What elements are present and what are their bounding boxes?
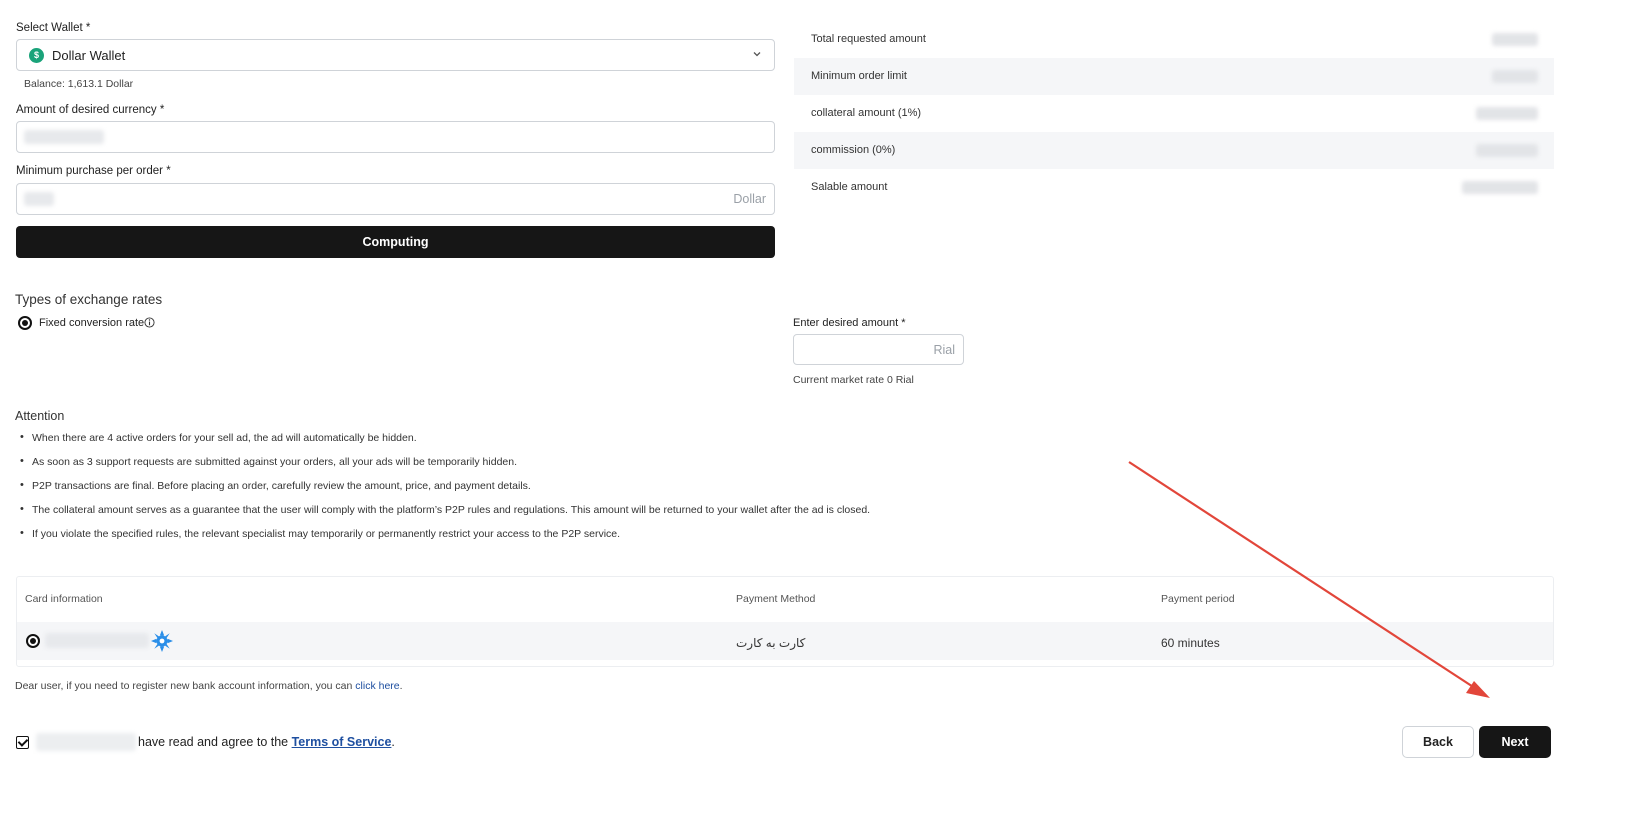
terms-checkbox[interactable]: [16, 736, 29, 749]
payment-method-value: کارت به کارت: [736, 636, 806, 650]
attention-item: P2P transactions are final. Before placi…: [20, 479, 870, 504]
computing-button[interactable]: Computing: [16, 226, 775, 258]
summary-value-redacted: [1492, 33, 1538, 46]
register-account-note: Dear user, if you need to register new b…: [15, 680, 403, 692]
min-purchase-value-redacted: [24, 192, 54, 206]
desired-amount-unit: Rial: [933, 343, 955, 357]
terms-text: have read and agree to the: [138, 735, 292, 749]
summary-value-redacted: [1462, 181, 1538, 194]
card-table: Card information Payment Method Payment …: [16, 576, 1554, 667]
terms-of-service-link[interactable]: Terms of Service: [292, 735, 392, 749]
summary-value-redacted: [1492, 70, 1538, 83]
card-select-radio[interactable]: [26, 634, 40, 648]
next-button[interactable]: Next: [1479, 726, 1551, 758]
card-number-redacted: [45, 633, 149, 648]
amount-input[interactable]: [16, 121, 775, 153]
bank-logo-icon: [151, 630, 173, 652]
min-purchase-label: Minimum purchase per order *: [16, 165, 171, 177]
amount-label: Amount of desired currency *: [16, 104, 165, 116]
fixed-rate-radio[interactable]: [18, 316, 32, 330]
summary-value-redacted: [1476, 144, 1538, 157]
summary-label: commission (0%): [811, 144, 896, 156]
chevron-down-icon: [753, 52, 761, 57]
register-note-text: Dear user, if you need to register new b…: [15, 680, 356, 692]
fixed-rate-label: Fixed conversion rate: [39, 317, 145, 329]
column-header-card-info: Card information: [25, 593, 103, 605]
summary-row: Minimum order limit: [794, 58, 1554, 95]
column-header-payment-period: Payment period: [1161, 593, 1235, 605]
market-rate-text: Current market rate 0 Rial: [793, 374, 914, 386]
summary-row: collateral amount (1%): [794, 95, 1554, 132]
attention-item: If you violate the specified rules, the …: [20, 527, 870, 552]
summary-row: commission (0%): [794, 132, 1554, 169]
wallet-label: Select Wallet *: [16, 22, 91, 34]
amount-input-value-redacted: [24, 130, 104, 144]
wallet-balance: Balance: 1,613.1 Dollar: [24, 78, 134, 90]
info-icon: [144, 317, 155, 328]
back-button[interactable]: Back: [1402, 726, 1474, 758]
user-name-redacted: [36, 733, 136, 751]
summary-label: Salable amount: [811, 181, 888, 193]
summary-label: collateral amount (1%): [811, 107, 922, 119]
rates-heading: Types of exchange rates: [15, 292, 163, 307]
terms-end: .: [391, 735, 395, 749]
attention-heading: Attention: [15, 409, 65, 423]
register-click-here-link[interactable]: click here: [355, 680, 399, 692]
min-purchase-input[interactable]: Dollar: [16, 183, 775, 215]
dollar-circle-icon: $: [29, 48, 44, 63]
summary-label: Minimum order limit: [811, 70, 907, 82]
payment-period-value: 60 minutes: [1161, 636, 1220, 650]
summary-label: Total requested amount: [811, 33, 926, 45]
summary-row: Total requested amount: [794, 21, 1554, 58]
min-purchase-unit: Dollar: [733, 192, 766, 206]
attention-item: As soon as 3 support requests are submit…: [20, 455, 870, 480]
summary-row: Salable amount: [794, 169, 1554, 206]
desired-amount-input[interactable]: Rial: [793, 334, 964, 365]
wallet-select[interactable]: $ Dollar Wallet: [16, 39, 775, 71]
attention-item: The collateral amount serves as a guaran…: [20, 503, 870, 528]
desired-amount-label: Enter desired amount *: [793, 317, 906, 329]
column-header-payment-method: Payment Method: [736, 593, 816, 605]
attention-item: When there are 4 active orders for your …: [20, 431, 870, 456]
wallet-select-value: Dollar Wallet: [52, 48, 126, 63]
summary-value-redacted: [1476, 107, 1538, 120]
terms-agreement: have read and agree to the Terms of Serv…: [138, 735, 395, 749]
register-note-end: .: [399, 680, 403, 692]
attention-list: When there are 4 active orders for your …: [20, 431, 870, 552]
